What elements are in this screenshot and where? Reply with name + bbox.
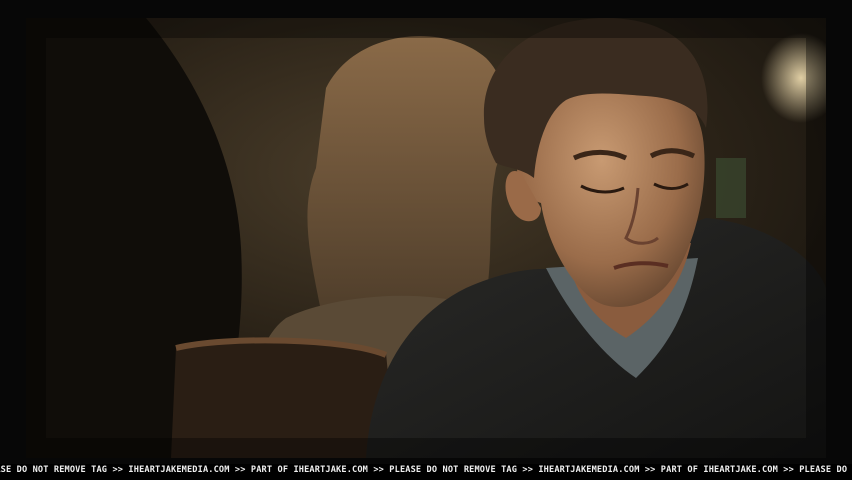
letterbox-frame: EASE DO NOT REMOVE TAG >> IHEARTJAKEMEDI… (0, 0, 852, 480)
watermark-bar: EASE DO NOT REMOVE TAG >> IHEARTJAKEMEDI… (0, 464, 852, 480)
watermark-text: EASE DO NOT REMOVE TAG >> IHEARTJAKEMEDI… (0, 465, 852, 475)
bottle (716, 158, 746, 218)
movie-still (26, 18, 826, 458)
scene-illustration (26, 18, 826, 458)
